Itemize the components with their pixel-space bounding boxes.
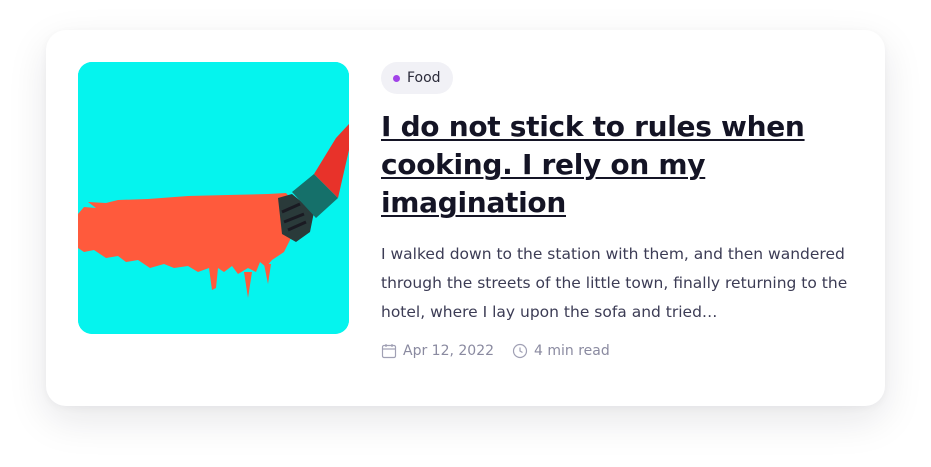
post-meta: Apr 12, 2022 4 min read	[381, 343, 851, 359]
post-date: Apr 12, 2022	[381, 343, 494, 359]
date-text: Apr 12, 2022	[403, 343, 495, 359]
post-read-time: 4 min read	[512, 343, 610, 359]
post-thumbnail[interactable]	[78, 62, 349, 334]
paint-brush-illustration	[78, 62, 349, 334]
calendar-icon	[381, 344, 397, 359]
category-dot-icon	[393, 74, 400, 82]
post-title-link[interactable]: I do not stick to rules when cooking. I …	[381, 108, 851, 222]
post-card[interactable]: Food I do not stick to rules when cookin…	[46, 30, 885, 406]
post-content: Food I do not stick to rules when cookin…	[381, 62, 851, 359]
category-tag[interactable]: Food	[381, 62, 453, 94]
category-label: Food	[407, 70, 441, 86]
clock-icon	[512, 343, 528, 359]
read-time-text: 4 min read	[534, 343, 610, 359]
post-excerpt: I walked down to the station with them, …	[381, 245, 848, 321]
